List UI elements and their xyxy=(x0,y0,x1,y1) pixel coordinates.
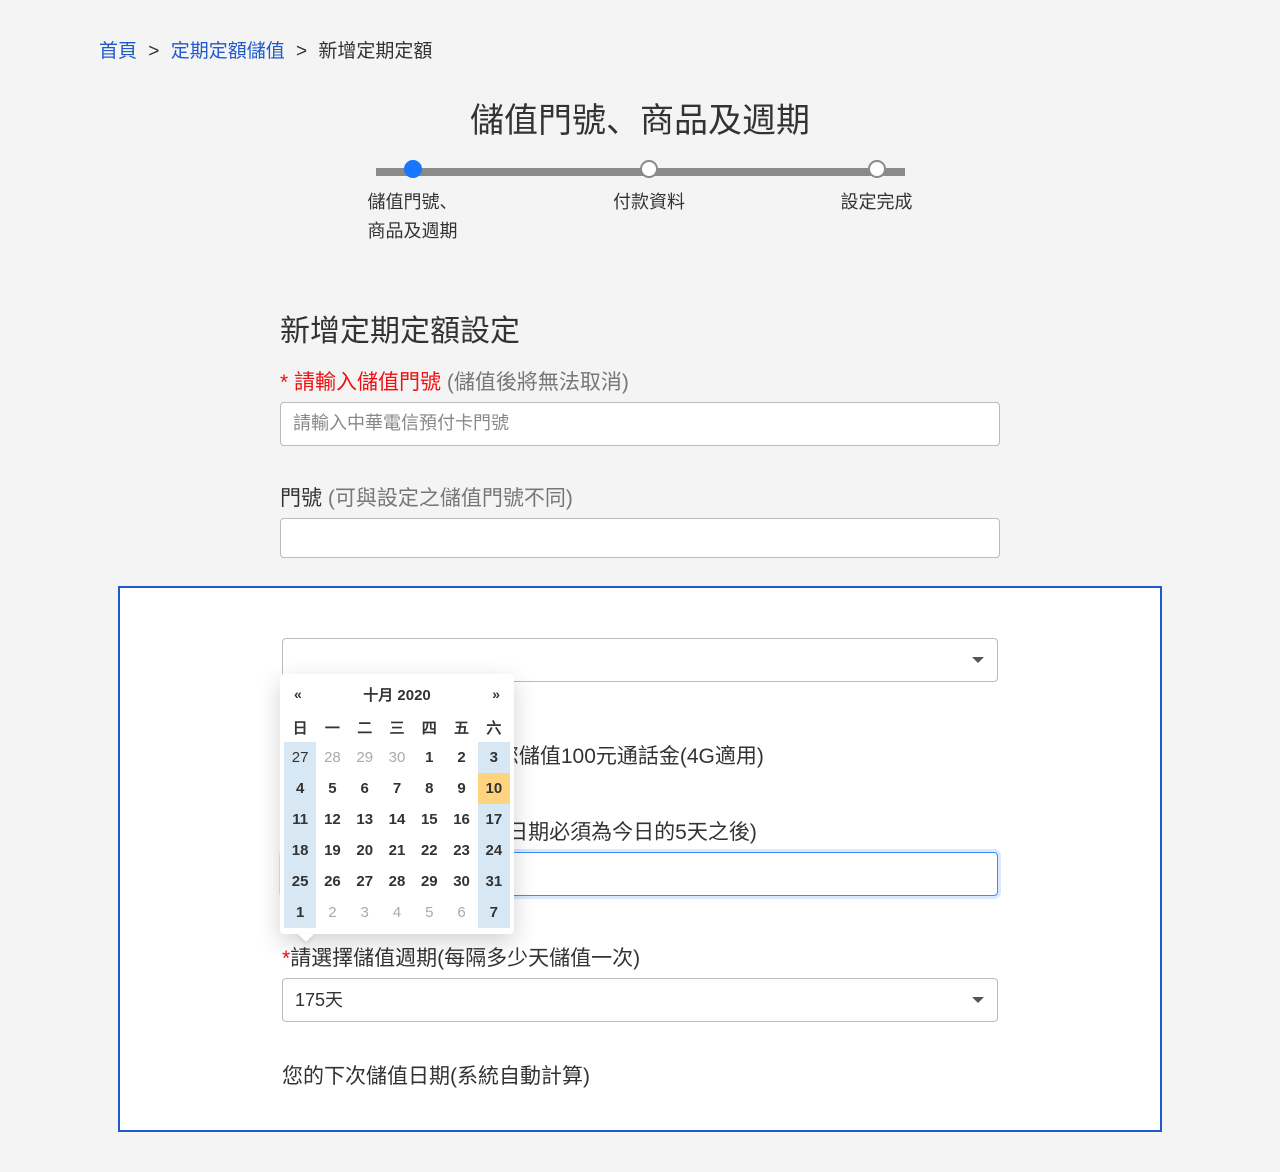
datepicker-dow: 五 xyxy=(445,713,477,742)
datepicker-day[interactable]: 19 xyxy=(316,835,348,866)
datepicker-day[interactable]: 1 xyxy=(284,897,316,928)
datepicker-dow-row: 日一二三四五六 xyxy=(284,713,510,742)
datepicker-day[interactable]: 12 xyxy=(316,804,348,835)
datepicker-day[interactable]: 27 xyxy=(284,742,316,773)
datepicker-day[interactable]: 1 xyxy=(413,742,445,773)
cycle-select[interactable]: 175天 xyxy=(282,978,998,1022)
datepicker-dow: 一 xyxy=(316,713,348,742)
datepicker-day[interactable]: 7 xyxy=(381,773,413,804)
page-title: 儲值門號、商品及週期 xyxy=(84,93,1196,142)
datepicker-day[interactable]: 26 xyxy=(316,866,348,897)
datepicker-day[interactable]: 2 xyxy=(445,742,477,773)
datepicker-day[interactable]: 27 xyxy=(349,866,381,897)
datepicker-day[interactable]: 5 xyxy=(316,773,348,804)
datepicker-day[interactable]: 24 xyxy=(478,835,510,866)
required-mark: * xyxy=(280,371,294,394)
datepicker-day[interactable]: 28 xyxy=(381,866,413,897)
datepicker-day[interactable]: 15 xyxy=(413,804,445,835)
phone-input[interactable] xyxy=(280,402,1000,446)
step-dot xyxy=(868,160,886,178)
datepicker-day[interactable]: 3 xyxy=(478,742,510,773)
breadcrumb-sep: > xyxy=(296,41,307,62)
datepicker[interactable]: « 十月 2020 » 日一二三四五六 27282930123456789101… xyxy=(280,674,514,934)
datepicker-day[interactable]: 18 xyxy=(284,835,316,866)
step-3: 設定完成 xyxy=(841,160,913,217)
datepicker-next[interactable]: » xyxy=(492,686,500,702)
breadcrumb-sep: > xyxy=(148,41,159,62)
datepicker-day[interactable]: 4 xyxy=(381,897,413,928)
cycle-label-row: *請選擇儲值週期(每隔多少天儲值一次) xyxy=(282,942,998,972)
datepicker-day[interactable]: 22 xyxy=(413,835,445,866)
section-title: 新增定期定額設定 xyxy=(280,306,1000,350)
datepicker-day[interactable]: 31 xyxy=(478,866,510,897)
datepicker-day[interactable]: 11 xyxy=(284,804,316,835)
required-mark: * xyxy=(282,947,290,970)
datepicker-day[interactable]: 30 xyxy=(445,866,477,897)
cycle-label: 請選擇儲值週期(每隔多少天儲值一次) xyxy=(290,947,640,970)
datepicker-day[interactable]: 29 xyxy=(349,742,381,773)
datepicker-day[interactable]: 3 xyxy=(349,897,381,928)
datepicker-days-grid: 2728293012345678910111213141516171819202… xyxy=(284,742,510,928)
step-2: 付款資料 xyxy=(613,160,685,217)
step-dot xyxy=(640,160,658,178)
step-1: 儲值門號、 商品及週期 xyxy=(368,160,458,246)
datepicker-day[interactable]: 20 xyxy=(349,835,381,866)
product-panel: 元 商品說明:購買後自動為您儲值100元通話金(4G適用) *請設定您的首次儲值… xyxy=(118,586,1162,1132)
breadcrumb-recurring[interactable]: 定期定額儲值 xyxy=(171,41,285,62)
datepicker-day[interactable]: 21 xyxy=(381,835,413,866)
datepicker-dow: 日 xyxy=(284,713,316,742)
step-label: 儲值門號、 商品及週期 xyxy=(368,188,458,246)
datepicker-day[interactable]: 25 xyxy=(284,866,316,897)
datepicker-day[interactable]: 17 xyxy=(478,804,510,835)
datepicker-day[interactable]: 7 xyxy=(478,897,510,928)
datepicker-dow: 六 xyxy=(478,713,510,742)
phone-label-row: * 請輸入儲值門號 (儲值後將無法取消) xyxy=(280,366,1000,396)
datepicker-day[interactable]: 6 xyxy=(445,897,477,928)
datepicker-dow: 四 xyxy=(413,713,445,742)
datepicker-day[interactable]: 23 xyxy=(445,835,477,866)
breadcrumb-home[interactable]: 首頁 xyxy=(99,41,137,62)
datepicker-day[interactable]: 29 xyxy=(413,866,445,897)
datepicker-day[interactable]: 28 xyxy=(316,742,348,773)
phone-label: 請輸入儲值門號 xyxy=(294,371,441,394)
datepicker-prev[interactable]: « xyxy=(294,686,302,702)
step-dot xyxy=(404,160,422,178)
step-label: 付款資料 xyxy=(613,188,685,217)
datepicker-day[interactable]: 4 xyxy=(284,773,316,804)
breadcrumb-current: 新增定期定額 xyxy=(318,41,432,62)
datepicker-day[interactable]: 5 xyxy=(413,897,445,928)
next-date-label: 您的下次儲值日期(系統自動計算) xyxy=(282,1060,998,1090)
datepicker-day[interactable]: 16 xyxy=(445,804,477,835)
contact-label: 門號 xyxy=(280,487,322,510)
datepicker-day[interactable]: 2 xyxy=(316,897,348,928)
step-label: 設定完成 xyxy=(841,188,913,217)
datepicker-day[interactable]: 14 xyxy=(381,804,413,835)
datepicker-dow: 二 xyxy=(349,713,381,742)
breadcrumb: 首頁 > 定期定額儲值 > 新增定期定額 xyxy=(84,0,1196,93)
stepper: 儲值門號、 商品及週期 付款資料 設定完成 xyxy=(368,160,913,246)
datepicker-day[interactable]: 30 xyxy=(381,742,413,773)
datepicker-day[interactable]: 13 xyxy=(349,804,381,835)
contact-note: (可與設定之儲值門號不同) xyxy=(322,487,573,510)
datepicker-dow: 三 xyxy=(381,713,413,742)
datepicker-day[interactable]: 6 xyxy=(349,773,381,804)
contact-label-row: 門號 (可與設定之儲值門號不同) xyxy=(280,482,1000,512)
contact-input[interactable] xyxy=(280,518,1000,558)
phone-note: (儲值後將無法取消) xyxy=(441,371,629,394)
datepicker-day[interactable]: 9 xyxy=(445,773,477,804)
datepicker-day[interactable]: 10 xyxy=(478,773,510,804)
datepicker-title[interactable]: 十月 2020 xyxy=(363,684,431,705)
datepicker-day[interactable]: 8 xyxy=(413,773,445,804)
